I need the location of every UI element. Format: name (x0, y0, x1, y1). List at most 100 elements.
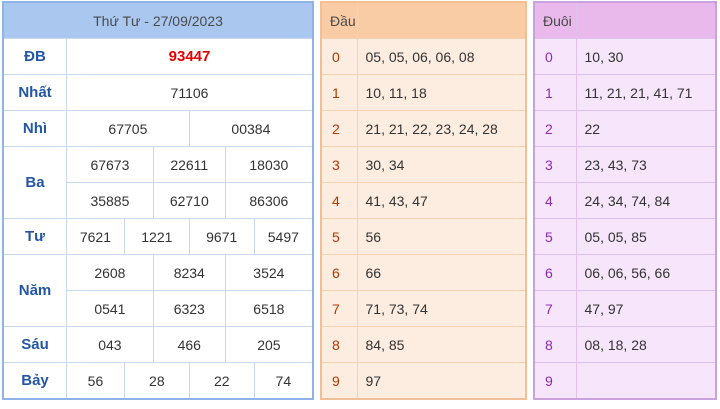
dau-row: 1 10, 11, 18 (320, 74, 527, 111)
prize-label: Bảy (2, 362, 67, 400)
duoi-row: 9 (533, 362, 717, 400)
duoi-header-blank (575, 1, 717, 39)
dau-row: 5 56 (320, 218, 527, 255)
prize-value: 62710 (152, 182, 226, 219)
special-prize-value: 93447 (66, 38, 314, 75)
prize-value: 3524 (224, 254, 314, 291)
prize-value: 35885 (66, 182, 154, 219)
dau-key: 9 (320, 362, 358, 400)
dau-key: 4 (320, 182, 358, 219)
duoi-values (575, 362, 717, 400)
results-table: Thứ Tư - 27/09/2023 ĐB 93447 Nhất 71106 … (2, 1, 314, 400)
prize-value: 6323 (152, 290, 226, 327)
prize-row-nam: Năm 2608 8234 3524 (2, 254, 314, 327)
duoi-key: 1 (533, 74, 577, 111)
prize-value: 043 (66, 326, 154, 363)
prize-label: Sáu (2, 326, 67, 363)
dau-row: 8 84, 85 (320, 326, 527, 363)
dau-row: 3 30, 34 (320, 146, 527, 183)
duoi-values: 24, 34, 74, 84 (575, 182, 717, 219)
prize-value: 8234 (152, 254, 226, 291)
prize-value: 56 (66, 362, 125, 400)
prize-value: 74 (253, 362, 314, 400)
prize-value: 22 (188, 362, 255, 400)
dau-values: 21, 21, 22, 23, 24, 28 (356, 110, 527, 147)
dau-key: 6 (320, 254, 358, 291)
dau-values: 30, 34 (356, 146, 527, 183)
prize-value: 1221 (123, 218, 190, 255)
duoi-key: 3 (533, 146, 577, 183)
prize-value: 00384 (188, 110, 314, 147)
dau-header-blank (356, 1, 527, 39)
duoi-row: 0 10, 30 (533, 38, 717, 75)
duoi-row: 1 11, 21, 21, 41, 71 (533, 74, 717, 111)
duoi-values: 08, 18, 28 (575, 326, 717, 363)
results-title: Thứ Tư - 27/09/2023 (2, 1, 314, 39)
prize-value: 28 (123, 362, 190, 400)
duoi-header: Đuôi (533, 1, 577, 39)
prize-label: Nhì (2, 110, 67, 147)
dau-row: 7 71, 73, 74 (320, 290, 527, 327)
dau-values: 97 (356, 362, 527, 400)
prize-value: 205 (224, 326, 314, 363)
dau-values: 05, 05, 06, 06, 08 (356, 38, 527, 75)
duoi-row: 7 47, 97 (533, 290, 717, 327)
duoi-values: 23, 43, 73 (575, 146, 717, 183)
prize-row-nhat: Nhất 71106 (2, 74, 314, 111)
dau-key: 5 (320, 218, 358, 255)
dau-row: 9 97 (320, 362, 527, 400)
prize-value: 5497 (253, 218, 314, 255)
dau-row: 2 21, 21, 22, 23, 24, 28 (320, 110, 527, 147)
prize-value: 86306 (224, 182, 314, 219)
prize-value: 71106 (66, 74, 314, 111)
prize-row-nhi: Nhì 67705 00384 (2, 110, 314, 147)
duoi-row: 2 22 (533, 110, 717, 147)
duoi-values: 47, 97 (575, 290, 717, 327)
dau-values: 56 (356, 218, 527, 255)
duoi-row: 6 06, 06, 56, 66 (533, 254, 717, 291)
duoi-values: 06, 06, 56, 66 (575, 254, 717, 291)
duoi-key: 5 (533, 218, 577, 255)
prize-value: 7621 (66, 218, 125, 255)
prize-value: 9671 (188, 218, 255, 255)
duoi-key: 9 (533, 362, 577, 400)
prize-value: 6518 (224, 290, 314, 327)
prize-value: 466 (152, 326, 226, 363)
duoi-row: 3 23, 43, 73 (533, 146, 717, 183)
prize-label: Năm (2, 254, 67, 327)
prize-row-sau: Sáu 043 466 205 (2, 326, 314, 363)
dau-key: 3 (320, 146, 358, 183)
prize-label: Ba (2, 146, 67, 219)
dau-values: 66 (356, 254, 527, 291)
duoi-key: 7 (533, 290, 577, 327)
duoi-values: 22 (575, 110, 717, 147)
dau-values: 41, 43, 47 (356, 182, 527, 219)
duoi-row: 8 08, 18, 28 (533, 326, 717, 363)
duoi-values: 05, 05, 85 (575, 218, 717, 255)
prize-row-tu: Tư 7621 1221 9671 5497 (2, 218, 314, 255)
prize-value: 67673 (66, 146, 154, 183)
dau-table: Đầu 0 05, 05, 06, 06, 08 1 10, 11, 18 2 21,… (320, 1, 527, 400)
dau-header: Đầu (320, 1, 358, 39)
dau-key: 7 (320, 290, 358, 327)
dau-values: 71, 73, 74 (356, 290, 527, 327)
dau-row: 4 41, 43, 47 (320, 182, 527, 219)
dau-values: 10, 11, 18 (356, 74, 527, 111)
prize-value: 22611 (152, 146, 226, 183)
dau-key: 8 (320, 326, 358, 363)
prize-label: Tư (2, 218, 67, 255)
duoi-key: 8 (533, 326, 577, 363)
prize-label: Nhất (2, 74, 67, 111)
prize-value: 18030 (224, 146, 314, 183)
prize-row-ba: Ba 67673 22611 18030 (2, 146, 314, 219)
duoi-row: 5 05, 05, 85 (533, 218, 717, 255)
prize-value: 2608 (66, 254, 154, 291)
duoi-key: 0 (533, 38, 577, 75)
duoi-values: 11, 21, 21, 41, 71 (575, 74, 717, 111)
prize-row-db: ĐB 93447 (2, 38, 314, 75)
dau-key: 0 (320, 38, 358, 75)
duoi-row: 4 24, 34, 74, 84 (533, 182, 717, 219)
dau-key: 2 (320, 110, 358, 147)
prize-value: 67705 (66, 110, 190, 147)
dau-row: 0 05, 05, 06, 06, 08 (320, 38, 527, 75)
